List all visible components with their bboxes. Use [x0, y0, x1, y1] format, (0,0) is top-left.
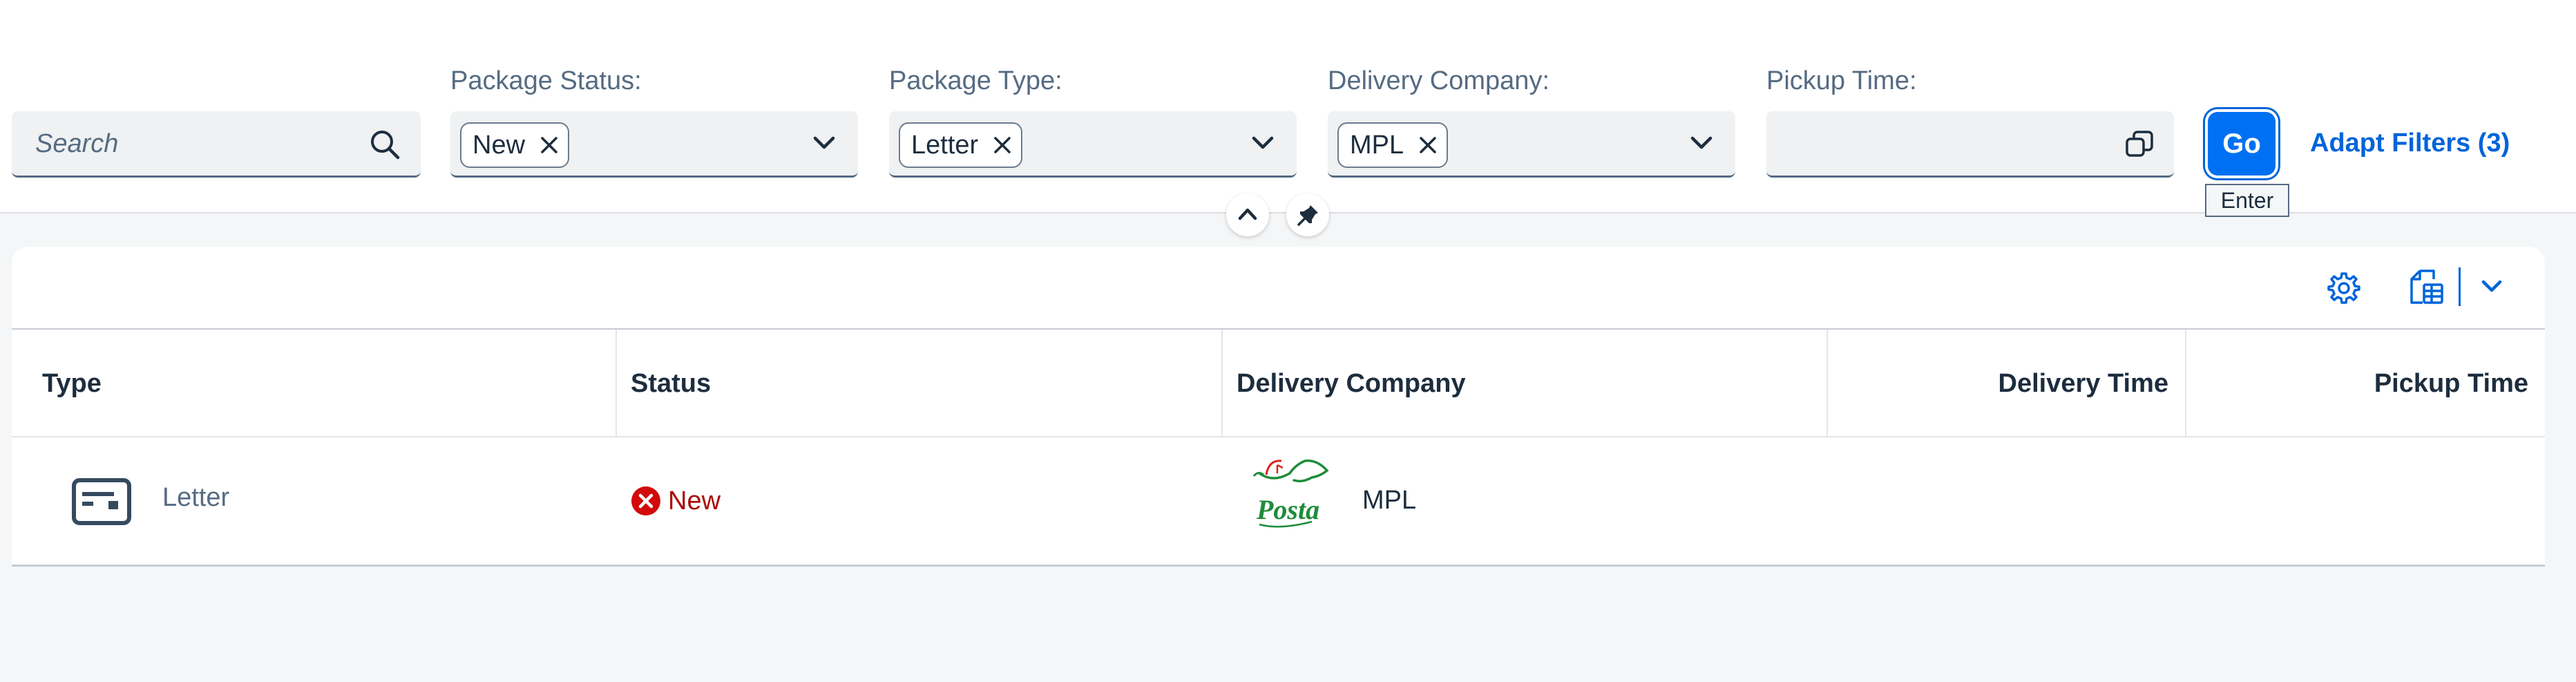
column-header-status[interactable]: Status — [617, 330, 1223, 437]
pickup-time-label: Pickup Time: — [1766, 66, 1917, 95]
package-status-token[interactable]: New — [460, 122, 570, 168]
column-header-delivery-company[interactable]: Delivery Company — [1223, 330, 1828, 437]
toolbar-separator — [2459, 267, 2461, 306]
close-icon[interactable] — [1419, 136, 1437, 154]
filter-bar: Search Package Status: New Package Type:… — [0, 0, 2576, 217]
package-status-label: Package Status: — [450, 66, 642, 95]
package-status-field[interactable]: New — [450, 111, 858, 178]
adapt-filters-link[interactable]: Adapt Filters (3) — [2310, 129, 2510, 158]
error-icon — [631, 486, 660, 515]
column-header-pickup-time[interactable]: Pickup Time — [2186, 330, 2545, 437]
table-header: Type Status Delivery Company Delivery Ti… — [12, 328, 2545, 437]
chevron-down-icon[interactable] — [812, 135, 836, 151]
posta-logo-text: Posta — [1256, 494, 1319, 525]
column-header-type[interactable]: Type — [12, 330, 617, 437]
close-icon[interactable] — [993, 136, 1011, 154]
table-row[interactable]: Letter New Posta MPL — [12, 437, 2545, 565]
package-type-field[interactable]: Letter — [889, 111, 1297, 178]
collapse-filter-button[interactable] — [1226, 193, 1269, 236]
pin-icon — [1297, 205, 1318, 226]
close-icon[interactable] — [540, 136, 558, 154]
posta-logo: Posta — [1252, 460, 1329, 528]
go-button[interactable]: Go — [2208, 112, 2276, 176]
search-field[interactable]: Search — [12, 111, 421, 178]
chevron-down-icon[interactable] — [1251, 135, 1275, 151]
delivery-company-field[interactable]: MPL — [1328, 111, 1735, 178]
delivery-company-value: MPL — [1362, 486, 1417, 515]
search-placeholder: Search — [35, 129, 119, 158]
column-header-delivery-time[interactable]: Delivery Time — [1828, 330, 2186, 437]
go-tooltip: Enter — [2205, 184, 2289, 217]
token-text: New — [473, 130, 526, 160]
pickup-time-field[interactable] — [1766, 111, 2174, 178]
search-icon[interactable] — [368, 128, 401, 161]
letter-icon — [72, 478, 131, 525]
type-value: Letter — [162, 483, 230, 512]
chevron-up-icon — [1238, 208, 1257, 220]
token-text: Letter — [911, 130, 979, 160]
delivery-company-label: Delivery Company: — [1328, 66, 1549, 95]
export-icon[interactable] — [2409, 268, 2445, 307]
token-text: MPL — [1350, 130, 1404, 160]
pin-filter-button[interactable] — [1286, 193, 1329, 236]
package-type-label: Package Type: — [889, 66, 1062, 95]
packages-table: Type Status Delivery Company Delivery Ti… — [12, 247, 2545, 567]
value-help-icon[interactable] — [2124, 129, 2155, 160]
chevron-down-icon[interactable] — [1690, 135, 1713, 151]
chevron-down-icon[interactable] — [2481, 279, 2503, 294]
delivery-company-token[interactable]: MPL — [1337, 122, 1449, 168]
status-indicator: New — [631, 486, 721, 516]
gear-icon[interactable] — [2327, 271, 2360, 304]
package-type-token[interactable]: Letter — [899, 122, 1023, 168]
status-value: New — [668, 486, 721, 515]
